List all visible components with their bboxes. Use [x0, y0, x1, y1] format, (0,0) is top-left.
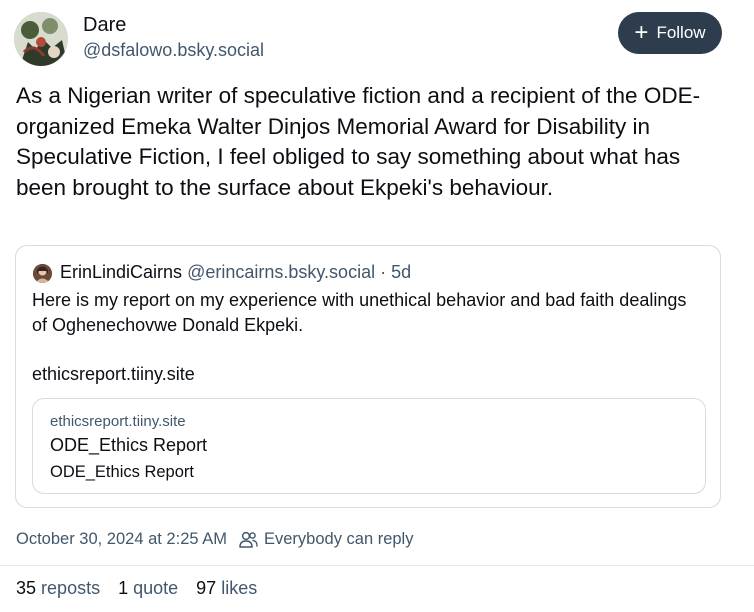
- likes-stat[interactable]: 97 likes: [196, 578, 257, 599]
- quotes-label: quote: [133, 578, 179, 598]
- quote-author-name[interactable]: ErinLindiCairns: [60, 262, 182, 282]
- author-avatar[interactable]: [14, 12, 68, 66]
- reposts-stat[interactable]: 35 reposts: [16, 578, 100, 599]
- avatar-image: [14, 12, 68, 66]
- reposts-label: reposts: [41, 578, 101, 598]
- quote-avatar-image: [33, 264, 52, 283]
- quote-header: ErinLindiCairns @erincairns.bsky.social …: [60, 262, 411, 283]
- link-card-domain: ethicsreport.tiiny.site: [50, 413, 186, 430]
- post-meta: October 30, 2024 at 2:25 AM Everybody ca…: [16, 530, 413, 549]
- divider: [0, 565, 754, 566]
- likes-count: 97: [196, 578, 217, 598]
- quote-separator: ·: [380, 262, 387, 282]
- reply-setting-label: Everybody can reply: [263, 530, 414, 548]
- link-card-title: ODE_Ethics Report: [50, 435, 208, 455]
- people-icon: [239, 531, 258, 548]
- author-handle[interactable]: @dsfalowo.bsky.social: [83, 40, 264, 61]
- quote-author-avatar[interactable]: [33, 264, 52, 283]
- quote-text: Here is my report on my experience with …: [32, 290, 687, 335]
- reply-setting[interactable]: Everybody can reply: [239, 530, 414, 549]
- quotes-count: 1: [118, 578, 129, 598]
- quotes-stat[interactable]: 1 quote: [118, 578, 178, 599]
- likes-label: likes: [221, 578, 258, 598]
- author-name[interactable]: Dare: [83, 14, 126, 37]
- link-preview-card[interactable]: ethicsreport.tiiny.site ODE_Ethics Repor…: [32, 398, 706, 494]
- quote-author-handle[interactable]: @erincairns.bsky.social: [187, 262, 375, 282]
- post-thread-item: Dare @dsfalowo.bsky.social + Follow As a…: [0, 0, 754, 612]
- follow-button[interactable]: + Follow: [618, 12, 722, 54]
- follow-button-label: Follow: [656, 23, 706, 42]
- reposts-count: 35: [16, 578, 37, 598]
- quote-link[interactable]: ethicsreport.tiiny.site: [32, 364, 195, 385]
- plus-icon: +: [634, 19, 649, 46]
- engagement-stats: 35 reposts 1 quote 97 likes: [16, 578, 257, 599]
- post-text: As a Nigerian writer of speculative fict…: [16, 83, 701, 200]
- post-timestamp: October 30, 2024 at 2:25 AM: [16, 530, 227, 548]
- link-card-description: ODE_Ethics Report: [50, 463, 194, 481]
- quote-timestamp[interactable]: 5d: [391, 262, 411, 282]
- quote-post-card[interactable]: ErinLindiCairns @erincairns.bsky.social …: [15, 245, 721, 508]
